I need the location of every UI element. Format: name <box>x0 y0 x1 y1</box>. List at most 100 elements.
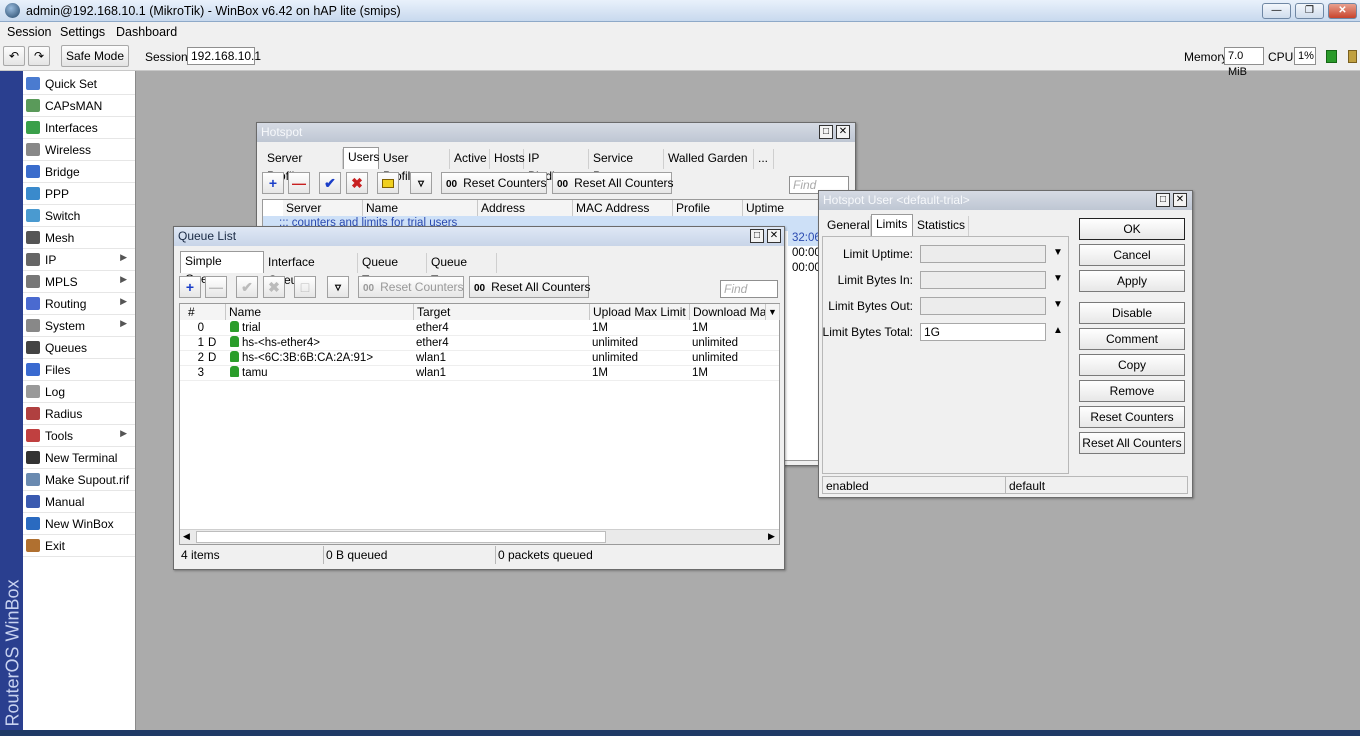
hs-col-mac[interactable]: MAC Address <box>573 200 673 216</box>
limit-input-1[interactable] <box>920 271 1046 289</box>
limit-input-2[interactable] <box>920 297 1046 315</box>
limit-input-3[interactable]: 1G <box>920 323 1046 341</box>
hs-col-name[interactable]: Name <box>363 200 478 216</box>
user-tab-0[interactable]: General <box>823 216 871 236</box>
sidebar-item-wireless[interactable]: Wireless <box>23 139 135 161</box>
sidebar-item-routing[interactable]: Routing ▶ <box>23 293 135 315</box>
hotspot-tab-2[interactable]: User Profiles <box>379 149 450 183</box>
sidebar-item-new-winbox[interactable]: New WinBox <box>23 513 135 535</box>
sidebar-item-mesh[interactable]: Mesh <box>23 227 135 249</box>
dialog-comment-button[interactable]: Comment <box>1079 328 1185 350</box>
sidebar-item-ppp[interactable]: PPP <box>23 183 135 205</box>
queue-maximize-button[interactable]: □ <box>750 229 764 243</box>
menu-settings[interactable]: Settings <box>60 25 105 39</box>
minimize-button[interactable]: — <box>1262 3 1291 19</box>
hotspot-tab-4[interactable]: Hosts <box>490 149 525 169</box>
sidebar-item-bridge[interactable]: Bridge <box>23 161 135 183</box>
hs-col-address[interactable]: Address <box>478 200 573 216</box>
q-col-num[interactable]: # <box>180 304 226 320</box>
hotspot-maximize-button[interactable]: □ <box>819 125 833 139</box>
sidebar-item-new-terminal[interactable]: New Terminal <box>23 447 135 469</box>
hotspot-tab-5[interactable]: IP Bindings <box>524 149 589 183</box>
sidebar-item-manual[interactable]: Manual <box>23 491 135 513</box>
add-icon[interactable]: + <box>262 172 284 194</box>
dialog-reset-all-counters-button[interactable]: Reset All Counters <box>1079 432 1185 454</box>
close-window-button[interactable]: ✕ <box>1328 3 1357 19</box>
sidebar-item-interfaces[interactable]: Interfaces <box>23 117 135 139</box>
hotspot-tab-8[interactable]: ... <box>754 149 774 169</box>
sidebar-item-exit[interactable]: Exit <box>23 535 135 557</box>
table-row[interactable]: 2 Dhs-<6C:3B:6B:CA:2A:91> wlan1 unlimited un… <box>180 351 779 366</box>
queue-remove-icon[interactable]: — <box>205 276 227 298</box>
remove-icon[interactable]: — <box>288 172 310 194</box>
enable-icon[interactable]: ✔ <box>319 172 341 194</box>
queue-disable-icon[interactable]: ✖ <box>263 276 285 298</box>
table-row[interactable]: 0 trial ether4 1M 1M <box>180 321 779 336</box>
limit-input-0[interactable] <box>920 245 1046 263</box>
hotspot-tab-0[interactable]: Server Profiles <box>263 149 343 183</box>
hotspot-tab-1[interactable]: Users <box>343 147 379 169</box>
dialog-remove-button[interactable]: Remove <box>1079 380 1185 402</box>
dialog-disable-button[interactable]: Disable <box>1079 302 1185 324</box>
scroll-thumb[interactable] <box>196 531 606 543</box>
dialog-copy-button[interactable]: Copy <box>1079 354 1185 376</box>
scroll-right-icon[interactable]: ▶ <box>768 531 775 542</box>
user-tab-1[interactable]: Limits <box>871 214 913 236</box>
queue-tab-3[interactable]: Queue Types <box>427 253 497 287</box>
q-col-download[interactable]: Download Max <box>690 304 766 320</box>
sidebar-item-mpls[interactable]: MPLS ▶ <box>23 271 135 293</box>
comment-icon[interactable] <box>377 172 399 194</box>
undo-button[interactable]: ↶ <box>3 46 25 66</box>
hotspot-reset-counters-button[interactable]: 00 Reset Counters <box>441 172 547 194</box>
queue-close-button[interactable]: ✕ <box>767 229 781 243</box>
dropdown-arrow-icon[interactable]: ▼ <box>1053 273 1063 284</box>
disable-icon[interactable]: ✖ <box>346 172 368 194</box>
queue-tab-2[interactable]: Queue Tree <box>358 253 427 287</box>
dialog-reset-counters-button[interactable]: Reset Counters <box>1079 406 1185 428</box>
sidebar-item-quick-set[interactable]: Quick Set <box>23 73 135 95</box>
q-col-name[interactable]: Name <box>226 304 414 320</box>
sidebar-item-queues[interactable]: Queues <box>23 337 135 359</box>
sidebar-item-tools[interactable]: Tools ▶ <box>23 425 135 447</box>
hotspot-tab-3[interactable]: Active <box>450 149 490 169</box>
hs-col-profile[interactable]: Profile <box>673 200 743 216</box>
user-tab-2[interactable]: Statistics <box>913 216 969 236</box>
safe-mode-button[interactable]: Safe Mode <box>61 45 129 67</box>
hotspot-reset-all-counters-button[interactable]: 00 Reset All Counters <box>552 172 674 194</box>
menu-session[interactable]: Session <box>7 25 51 39</box>
dialog-cancel-button[interactable]: Cancel <box>1079 244 1185 266</box>
sidebar-item-ip[interactable]: IP ▶ <box>23 249 135 271</box>
dropdown-arrow-icon[interactable]: ▼ <box>1053 247 1063 258</box>
filter-icon[interactable]: ▿ <box>410 172 432 194</box>
sidebar-item-files[interactable]: Files <box>23 359 135 381</box>
scroll-left-icon[interactable]: ◀ <box>183 531 190 542</box>
queue-add-icon[interactable]: + <box>179 276 201 298</box>
hs-col-server[interactable]: Server <box>283 200 363 216</box>
queue-find-input[interactable]: Find <box>720 280 778 298</box>
queue-hscrollbar[interactable]: ◀ ▶ <box>180 529 779 544</box>
dialog-ok-button[interactable]: OK <box>1079 218 1185 240</box>
dropdown-arrow-icon[interactable]: ▼ <box>1053 299 1063 310</box>
user-dialog-close-button[interactable]: ✕ <box>1173 193 1187 207</box>
collapse-arrow-icon[interactable]: ▲ <box>1053 325 1063 336</box>
sidebar-item-make-supout-rif[interactable]: Make Supout.rif <box>23 469 135 491</box>
table-row[interactable]: 3 tamu wlan1 1M 1M <box>180 366 779 381</box>
sidebar-item-capsman[interactable]: CAPsMAN <box>23 95 135 117</box>
queue-enable-icon[interactable]: ✔ <box>236 276 258 298</box>
queue-filter-icon[interactable]: ▿ <box>327 276 349 298</box>
q-col-target[interactable]: Target <box>414 304 590 320</box>
q-col-menu-icon[interactable]: ▼ <box>766 304 780 320</box>
hotspot-close-button[interactable]: ✕ <box>836 125 850 139</box>
user-dialog-maximize-button[interactable]: □ <box>1156 193 1170 207</box>
restore-button[interactable]: ❐ <box>1295 3 1324 19</box>
hotspot-tab-7[interactable]: Walled Garden <box>664 149 754 169</box>
table-row[interactable]: 1 Dhs-<hs-ether4> ether4 unlimited unlimited <box>180 336 779 351</box>
sidebar-item-radius[interactable]: Radius <box>23 403 135 425</box>
redo-button[interactable]: ↷ <box>28 46 50 66</box>
sidebar-item-log[interactable]: Log <box>23 381 135 403</box>
queue-comment-icon[interactable]: □ <box>294 276 316 298</box>
hotspot-tab-6[interactable]: Service Ports <box>589 149 664 183</box>
menu-dashboard[interactable]: Dashboard <box>116 25 177 39</box>
q-col-upload[interactable]: Upload Max Limit <box>590 304 690 320</box>
queue-reset-all-counters-button[interactable]: 00 Reset All Counters <box>469 276 591 298</box>
